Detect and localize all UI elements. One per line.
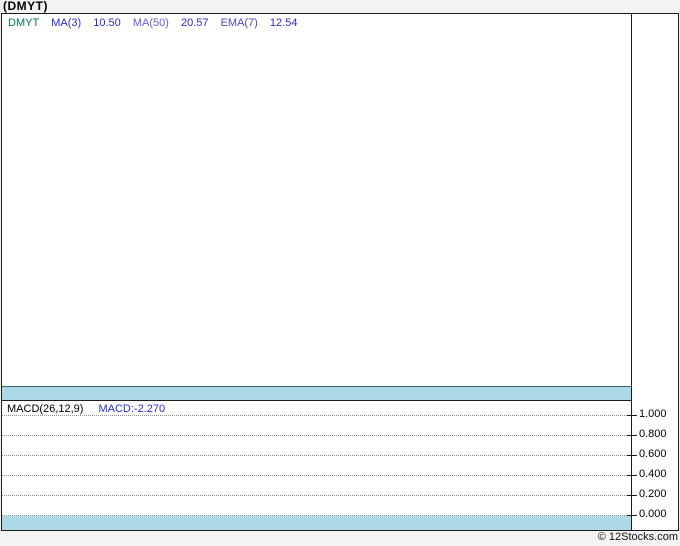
tick-mark (627, 415, 637, 416)
y-axis-column: 1.000 0.800 0.600 0.400 0.200 0.000 (627, 14, 678, 530)
macd-legend: MACD(26,12,9) MACD:-2.270 (7, 403, 165, 415)
tick-label: 0.000 (639, 508, 667, 520)
tick-label: 1.000 (639, 408, 667, 420)
tick-label: 0.400 (639, 468, 667, 480)
ma50-label: MA(50) (132, 17, 169, 29)
macd-gridline (2, 495, 631, 496)
price-panel-legend: DMYT MA(3) 10.50 MA(50) 20.57 EMA(7) 12.… (8, 17, 306, 29)
ma3-label: MA(3) (51, 17, 82, 29)
tick-mark (627, 475, 637, 476)
tick-mark (627, 515, 637, 516)
macd-area-band (2, 516, 631, 530)
tick-mark (627, 455, 637, 456)
price-area-band (2, 386, 631, 400)
macd-params-label: MACD(26,12,9) (7, 403, 84, 415)
macd-gridline (2, 455, 631, 456)
macd-gridline (2, 475, 631, 476)
macd-panel: MACD(26,12,9) MACD:-2.270 (2, 401, 631, 530)
tick-mark (627, 435, 637, 436)
ema7-label: EMA(7) (220, 17, 258, 29)
macd-gridline (2, 435, 631, 436)
tick-label: 0.600 (639, 448, 667, 460)
macd-gridline (2, 415, 631, 416)
copyright-link[interactable]: © 12Stocks.com (598, 531, 678, 543)
ma3-value: 10.50 (93, 17, 121, 29)
tick-mark (627, 495, 637, 496)
chart-frame: DMYT MA(3) 10.50 MA(50) 20.57 EMA(7) 12.… (1, 13, 679, 531)
ema7-value: 12.54 (269, 17, 298, 29)
ma50-value: 20.57 (180, 17, 209, 29)
ticker-symbol-label: DMYT (8, 17, 40, 29)
stock-chart-page: (DMYT) DMYT MA(3) 10.50 MA(50) 20.57 EMA… (0, 0, 680, 546)
price-panel: DMYT MA(3) 10.50 MA(50) 20.57 EMA(7) 12.… (2, 14, 631, 400)
tick-label: 0.800 (639, 428, 667, 440)
macd-current-value: MACD:-2.270 (98, 403, 166, 415)
page-title: (DMYT) (3, 0, 48, 13)
tick-label: 0.200 (639, 488, 667, 500)
